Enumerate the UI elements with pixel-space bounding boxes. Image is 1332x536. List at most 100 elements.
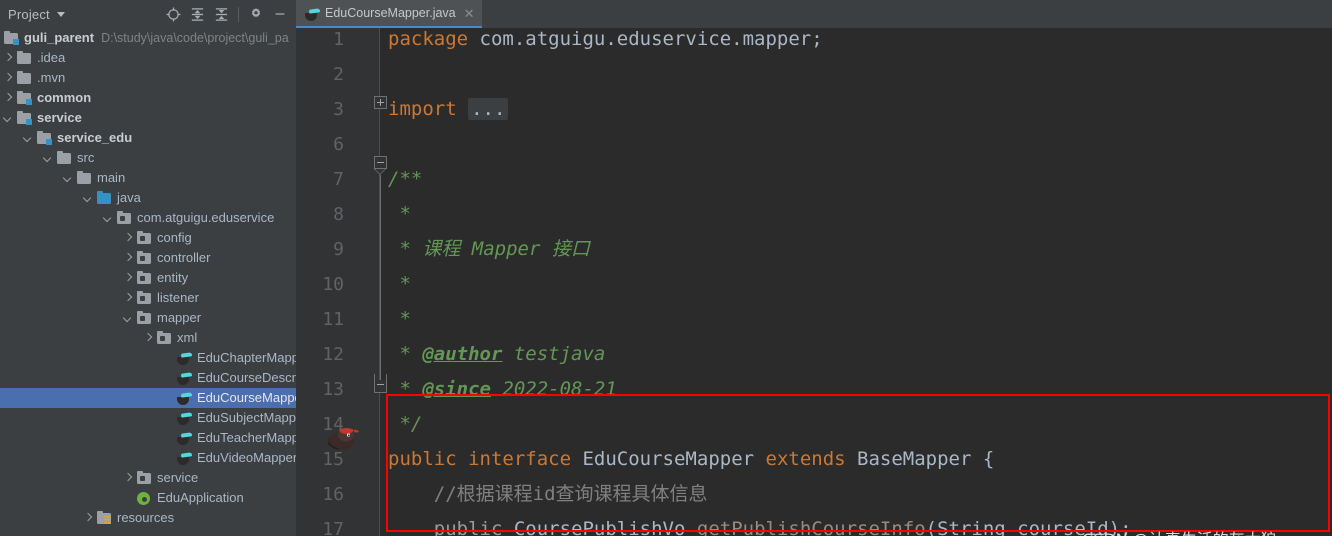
chevron-down-icon[interactable] [123,313,134,324]
package-icon [136,470,152,486]
chevron-right-icon[interactable] [143,333,154,344]
tree-row-label: .mvn [37,70,66,85]
folded-region-plus-icon[interactable] [374,96,387,109]
tree-row-service-edu[interactable]: service_edu [0,128,296,148]
expanded-region-minus-icon[interactable] [374,156,387,169]
package-icon [116,210,132,226]
tree-row-label: mapper [157,310,202,325]
tree-row-controller[interactable]: controller [0,248,296,268]
tree-row-entity[interactable]: entity [0,268,296,288]
project-tree[interactable]: guli_parent D:\study\java\code\project\g… [0,28,296,536]
tree-row--mvn[interactable]: .mvn [0,68,296,88]
minimize-icon[interactable] [269,3,291,25]
chevron-down-icon[interactable] [56,11,65,17]
package-icon [136,290,152,306]
tree-row-eduapplication[interactable]: EduApplication [0,488,296,508]
chevron-right-icon[interactable] [3,73,14,84]
chevron-down-icon[interactable] [63,173,74,184]
tree-row-educoursedescriptioni[interactable]: EduCourseDescriptionI [0,368,296,388]
line-number: 10 [322,274,344,295]
editor-panel: EduCourseMapper.java ✕ 1 2 3 6 7 8 9 10 11 12 13 14… [296,0,1332,536]
chevron-right-icon[interactable] [123,233,134,244]
tree-row-java[interactable]: java [0,188,296,208]
line-number: 3 [333,99,344,120]
module-folder-icon [16,90,32,106]
folder-icon [16,50,32,66]
tree-row-educhaptermapper[interactable]: EduChapterMapper [0,348,296,368]
resources-folder-icon [96,510,112,526]
chevron-right-icon[interactable] [123,473,134,484]
tree-row-edusubjectmapper[interactable]: EduSubjectMapper [0,408,296,428]
java-class-icon [176,370,193,386]
tree-row--idea[interactable]: .idea [0,48,296,68]
tree-row-resources[interactable]: resources [0,508,296,528]
chevron-right-icon[interactable] [123,273,134,284]
collapse-all-icon[interactable] [210,3,232,25]
line-number: 2 [333,64,344,85]
project-root-label: guli_parent [24,30,95,45]
chevron-right-icon[interactable] [3,93,14,104]
tree-row-service[interactable]: service [0,108,296,128]
tree-row-service[interactable]: service [0,468,296,488]
code-line: */ [388,413,423,435]
tree-row-project-root[interactable]: guli_parent D:\study\java\code\project\g… [0,28,296,48]
java-class-icon [176,390,193,406]
tree-row-label: EduApplication [157,490,244,505]
tree-row-label: common [37,90,92,105]
code-line: package com.atguigu.eduservice.mapper; [388,28,823,50]
tree-row-src[interactable]: src [0,148,296,168]
tree-row-eduvideomapper[interactable]: EduVideoMapper [0,448,296,468]
java-class-icon [304,6,321,21]
chevron-right-icon[interactable] [123,253,134,264]
tree-row-educoursemapper[interactable]: EduCourseMapper [0,388,296,408]
chevron-down-icon[interactable] [43,153,54,164]
locate-in-tree-icon[interactable] [162,3,184,25]
tree-row-label: src [77,150,95,165]
tree-rows: .idea .mvn common service service_edu src main… [0,48,296,528]
tree-row-label: EduVideoMapper [197,450,296,465]
tree-row-common[interactable]: common [0,88,296,108]
chevron-right-icon[interactable] [123,293,134,304]
tree-row-main[interactable]: main [0,168,296,188]
tree-row-listener[interactable]: listener [0,288,296,308]
code-line: public CoursePublishVo getPublishCourseI… [388,518,1132,536]
tree-row-label: EduCourseDescriptionI [197,370,296,385]
folder-icon [76,170,92,186]
tree-row-label: service [157,470,199,485]
project-tool-window-title[interactable]: Project [8,7,50,22]
mybatis-bird-icon[interactable] [326,426,360,452]
package-icon [156,330,172,346]
package-icon [136,270,152,286]
chevron-down-icon[interactable] [103,213,114,224]
close-icon[interactable]: ✕ [464,7,475,20]
java-class-icon [176,430,193,446]
tree-row-mapper[interactable]: mapper [0,308,296,328]
tree-row-xml[interactable]: xml [0,328,296,348]
chevron-right-icon[interactable] [83,513,94,524]
tree-row-com-atguigu-eduservice[interactable]: com.atguigu.eduservice [0,208,296,228]
chevron-down-icon[interactable] [23,133,34,144]
package-icon [136,230,152,246]
expanded-region-end-icon[interactable] [374,374,387,393]
java-class-icon [176,450,193,466]
expand-all-icon[interactable] [186,3,208,25]
package-icon [136,310,152,326]
chevron-right-icon[interactable] [3,53,14,64]
module-folder-icon [3,30,19,46]
tree-row-label: resources [117,510,175,525]
tree-row-label: config [157,230,192,245]
toolbar-divider [238,6,239,22]
project-tool-window-header: Project [0,0,296,28]
tree-row-config[interactable]: config [0,228,296,248]
project-root-path: D:\study\java\code\project\guli_pa [101,31,289,45]
chevron-down-icon[interactable] [3,113,14,124]
settings-gear-icon[interactable] [245,3,267,25]
chevron-down-icon[interactable] [83,193,94,204]
tree-row-label: listener [157,290,199,305]
tab-educoursemapper-java[interactable]: EduCourseMapper.java ✕ [296,0,482,28]
tree-row-eduteachermapper[interactable]: EduTeacherMapper [0,428,296,448]
code-editor[interactable]: 1236789101112131415161718 [296,28,1332,536]
